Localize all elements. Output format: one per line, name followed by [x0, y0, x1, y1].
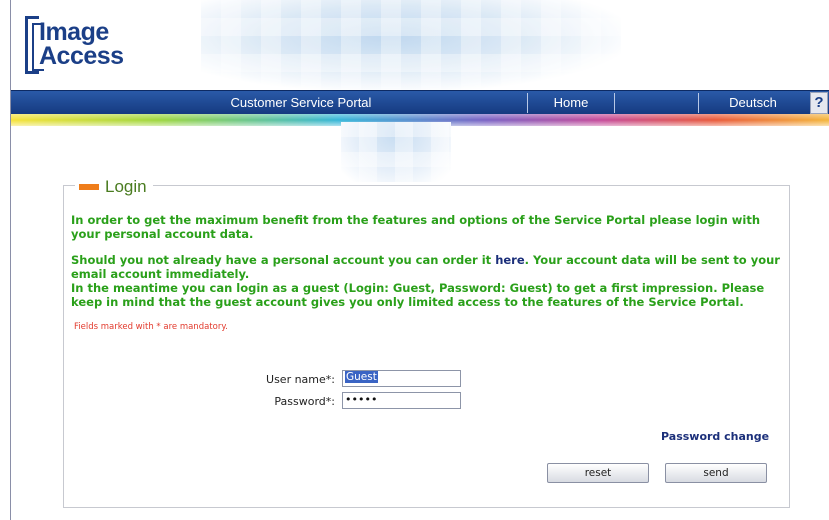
nav-home-link[interactable]: Home [528, 91, 614, 115]
help-icon[interactable]: ? [810, 92, 828, 114]
password-change-link[interactable]: Password change [661, 430, 769, 443]
password-input[interactable]: ••••• [342, 392, 461, 409]
username-input[interactable]: Guest [342, 370, 461, 387]
logo-bracket-icon [25, 16, 44, 74]
password-label: Password*: [274, 395, 335, 408]
login-title: Login [105, 177, 147, 196]
logo-line-2: Access [39, 42, 124, 70]
header: Image Access [11, 0, 829, 90]
nav-bar: Customer Service Portal Home Deutsch ? [11, 90, 829, 114]
header-mosaic-background [201, 0, 621, 90]
order-account-text: Should you not already have a personal a… [71, 253, 786, 281]
logo-line-1: Image [39, 18, 109, 46]
nav-divider [614, 93, 615, 113]
login-legend: Login [75, 176, 153, 198]
nav-language-link[interactable]: Deutsch [699, 91, 807, 115]
page-frame: Image Access Customer Service Portal Hom… [10, 0, 829, 520]
username-label: User name*: [266, 373, 335, 386]
reset-button[interactable]: reset [547, 463, 649, 483]
intro-text: In order to get the maximum benefit from… [71, 213, 761, 241]
guest-info-text: In the meantime you can login as a guest… [71, 281, 765, 309]
username-value: Guest [345, 371, 378, 383]
portal-title: Customer Service Portal [230, 95, 372, 110]
image-access-logo[interactable]: Image Access [25, 16, 155, 76]
legend-marker-icon [79, 184, 99, 190]
order-here-link[interactable]: here [495, 253, 524, 267]
mandatory-note: Fields marked with * are mandatory. [74, 322, 228, 332]
content-mosaic-background [341, 122, 451, 182]
order-text-before: Should you not already have a personal a… [71, 253, 496, 267]
logo-text: Image Access [39, 18, 124, 70]
send-button[interactable]: send [665, 463, 767, 483]
